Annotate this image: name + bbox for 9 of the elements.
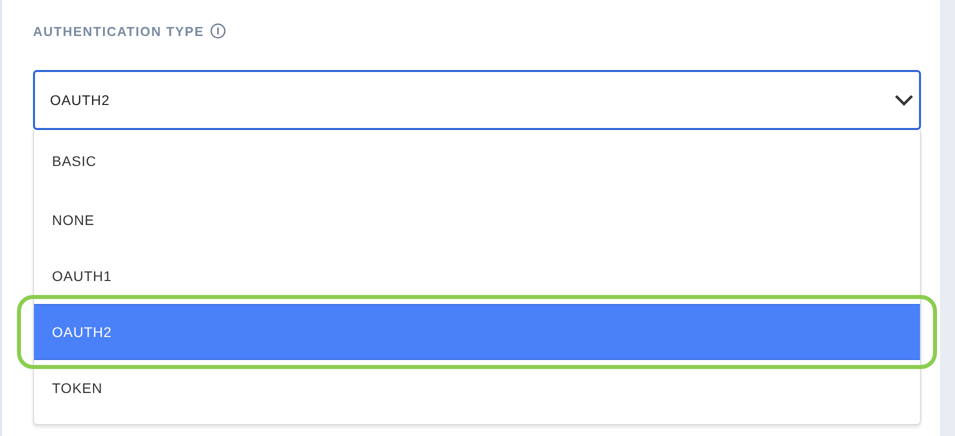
- dropdown-option[interactable]: TOKEN: [34, 360, 920, 416]
- dropdown-option[interactable]: OAUTH2: [34, 304, 920, 360]
- dropdown-option[interactable]: BASIC: [34, 130, 920, 192]
- info-icon[interactable]: [210, 23, 226, 39]
- field-label: AUTHENTICATION TYPE: [33, 24, 204, 38]
- dropdown-option[interactable]: NONE: [34, 192, 920, 248]
- dropdown-option[interactable]: OAUTH1: [34, 248, 920, 304]
- auth-type-dropdown[interactable]: OAUTH2: [33, 70, 921, 130]
- chevron-down-icon: [893, 93, 915, 107]
